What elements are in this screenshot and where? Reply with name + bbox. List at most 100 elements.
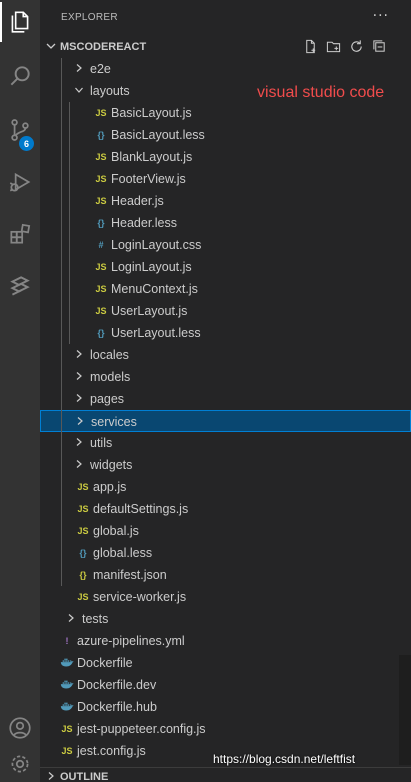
file-label: azure-pipelines.yml (77, 634, 185, 648)
project-title: MSCODEREACT (60, 41, 147, 53)
javascript-file-icon: JS (95, 174, 107, 184)
extensions-icon[interactable] (0, 214, 40, 254)
search-icon[interactable] (0, 56, 40, 96)
tree-file[interactable]: JS service-worker.js (40, 586, 411, 608)
tree-file[interactable]: JS FooterView.js (40, 168, 411, 190)
tree-folder-e2e[interactable]: e2e (40, 58, 411, 80)
folder-label: pages (90, 392, 125, 406)
file-label: app.js (93, 480, 127, 494)
outline-title: OUTLINE (60, 771, 109, 782)
docker-icon (60, 678, 74, 692)
tree-file[interactable]: JS global.js (40, 520, 411, 542)
tree-file[interactable]: JS jest-puppeteer.config.js (40, 718, 411, 740)
explorer-header: EXPLORER ··· (40, 0, 411, 35)
annotation-text: visual studio code (257, 84, 385, 101)
file-label: Dockerfile.dev (77, 678, 157, 692)
file-label: Dockerfile (77, 656, 133, 670)
tree-file[interactable]: JS BlankLayout.js (40, 146, 411, 168)
chevron-right-icon (48, 772, 54, 780)
yaml-file-icon: ! (65, 636, 69, 646)
tree-file[interactable]: JS UserLayout.js (40, 300, 411, 322)
tree-folder-widgets[interactable]: widgets (40, 454, 411, 476)
tree-file[interactable]: {} BasicLayout.less (40, 124, 411, 146)
javascript-file-icon: JS (95, 196, 107, 206)
tree-file[interactable]: JS LoginLayout.js (40, 256, 411, 278)
chevron-right-icon (76, 64, 82, 72)
tree-folder-tests[interactable]: tests (40, 608, 411, 630)
file-label: LoginLayout.css (111, 238, 202, 252)
javascript-file-icon: JS (95, 284, 107, 294)
tree-file[interactable]: {} global.less (40, 542, 411, 564)
folder-label: layouts (90, 84, 130, 98)
file-label: manifest.json (93, 568, 167, 582)
project-section-header[interactable]: MSCODEREACT (40, 36, 411, 58)
json-file-icon: {} (79, 570, 87, 580)
file-label: defaultSettings.js (93, 502, 189, 516)
explorer-icon[interactable] (0, 2, 40, 42)
explorer-title: EXPLORER (61, 12, 118, 23)
tree-file[interactable]: JS app.js (40, 476, 411, 498)
remote-explorer-icon[interactable] (0, 266, 40, 306)
tree-file[interactable]: JS BasicLayout.js (40, 102, 411, 124)
chevron-right-icon (76, 350, 82, 358)
indent-guide (61, 58, 62, 586)
javascript-file-icon: JS (61, 746, 73, 756)
tree-file[interactable]: {} manifest.json (40, 564, 411, 586)
file-label: global.less (93, 546, 153, 560)
refresh-icon[interactable] (349, 39, 364, 54)
tree-file[interactable]: JS defaultSettings.js (40, 498, 411, 520)
new-folder-icon[interactable] (326, 39, 341, 54)
file-label: service-worker.js (93, 590, 187, 604)
file-label: Dockerfile.hub (77, 700, 157, 714)
tree-folder-pages[interactable]: pages (40, 388, 411, 410)
run-debug-icon[interactable] (0, 162, 40, 202)
docker-icon (60, 700, 74, 714)
watermark: https://blog.csdn.net/leftfist (213, 752, 356, 766)
chevron-right-icon (68, 614, 74, 622)
outline-section-header[interactable]: OUTLINE (40, 767, 411, 782)
javascript-file-icon: JS (95, 108, 107, 118)
folder-label: utils (90, 436, 113, 450)
tree-file[interactable]: Dockerfile.hub (40, 696, 411, 718)
file-label: jest.config.js (77, 744, 146, 758)
chevron-right-icon (76, 438, 82, 446)
source-control-badge: 6 (19, 136, 34, 151)
tree-file[interactable]: {} Header.less (40, 212, 411, 234)
folder-label: models (90, 370, 131, 384)
activity-bar: 6 (0, 0, 40, 782)
file-label: MenuContext.js (111, 282, 198, 296)
tree-folder-utils[interactable]: utils (40, 432, 411, 454)
tree-file[interactable]: ! azure-pipelines.yml (40, 630, 411, 652)
less-file-icon: {} (97, 218, 105, 228)
file-label: Header.less (111, 216, 178, 230)
explorer-sidebar: EXPLORER ··· MSCODEREACT e2e layouts JS Bas… (40, 0, 411, 782)
javascript-file-icon: JS (77, 504, 89, 514)
tree-file[interactable]: Dockerfile.dev (40, 674, 411, 696)
tree-folder-models[interactable]: models (40, 366, 411, 388)
less-file-icon: {} (97, 130, 105, 140)
more-actions-icon[interactable]: ··· (373, 8, 389, 24)
tree-folder-locales[interactable]: locales (40, 344, 411, 366)
tree-folder-services[interactable]: services (40, 410, 411, 432)
tree-file[interactable]: Dockerfile (40, 652, 411, 674)
folder-label: locales (90, 348, 129, 362)
manage-gear-icon[interactable] (0, 744, 40, 782)
file-label: Header.js (111, 194, 164, 208)
css-file-icon: # (98, 240, 104, 250)
account-icon[interactable] (0, 708, 40, 748)
javascript-file-icon: JS (77, 482, 89, 492)
tree-file[interactable]: {} UserLayout.less (40, 322, 411, 344)
chevron-right-icon (77, 417, 83, 425)
file-label: BlankLayout.js (111, 150, 193, 164)
javascript-file-icon: JS (77, 526, 89, 536)
tree-file[interactable]: # LoginLayout.css (40, 234, 411, 256)
indent-guide (69, 102, 70, 344)
tree-file[interactable]: JS Header.js (40, 190, 411, 212)
new-file-icon[interactable] (303, 39, 318, 54)
scrollbar-track[interactable] (399, 655, 411, 765)
file-label: BasicLayout.js (111, 106, 192, 120)
tree-file[interactable]: JS MenuContext.js (40, 278, 411, 300)
less-file-icon: {} (79, 548, 87, 558)
collapse-all-icon[interactable] (372, 39, 387, 54)
javascript-file-icon: JS (95, 152, 107, 162)
